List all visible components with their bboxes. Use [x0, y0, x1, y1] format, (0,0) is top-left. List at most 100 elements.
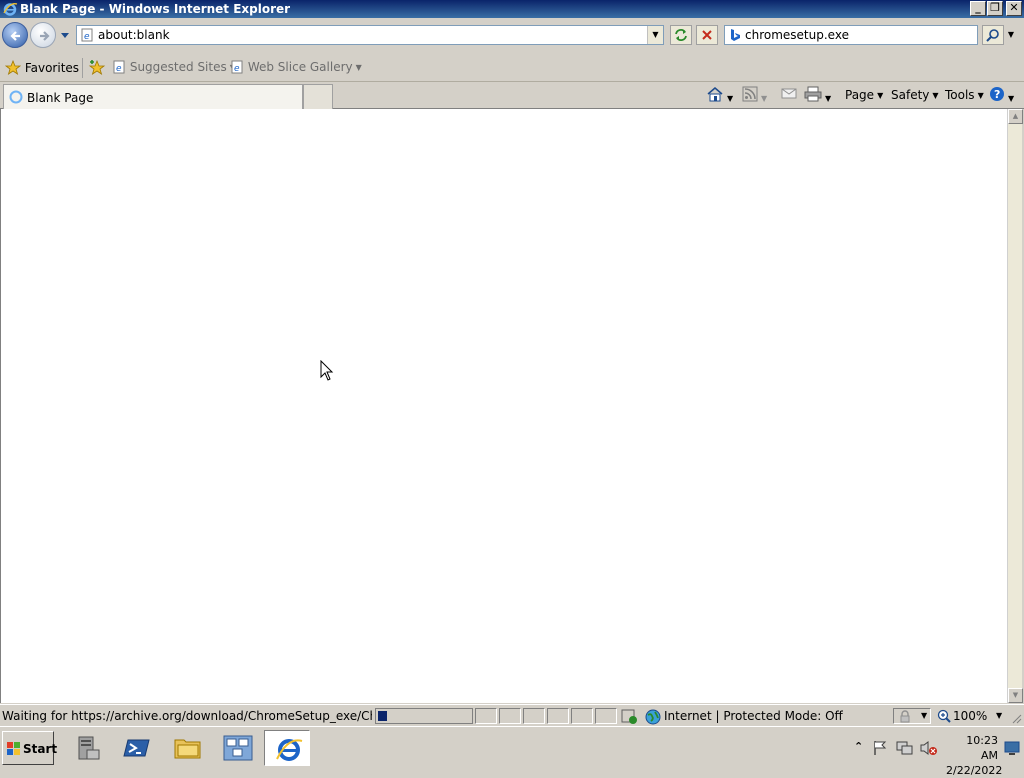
mail-icon [781, 88, 797, 99]
restore-button[interactable]: ❐ [987, 1, 1003, 16]
show-desktop-icon[interactable] [1004, 740, 1020, 756]
start-button[interactable]: Start [2, 731, 57, 765]
server-manager-icon [78, 736, 100, 760]
page-icon: e [113, 60, 125, 74]
internet-explorer-icon [3, 3, 18, 16]
loading-spinner-icon [9, 90, 23, 104]
search-button[interactable] [982, 25, 1004, 45]
new-tab-button[interactable] [303, 84, 333, 109]
security-zone-text[interactable]: Internet | Protected Mode: Off [664, 709, 843, 723]
home-icon [707, 87, 723, 102]
svg-text:e: e [116, 64, 122, 74]
clock-time: 10:23 AM [966, 734, 998, 762]
recent-pages-dropdown-icon[interactable] [60, 32, 70, 40]
suggested-sites-link[interactable]: e Suggested Sites▼ [112, 60, 236, 74]
internet-zone-globe-icon [645, 709, 661, 725]
tools-menu-label: Tools [945, 88, 975, 102]
title-bar: Blank Page - Windows Internet Explorer _… [0, 0, 1024, 18]
chevron-down-icon: ▼ [921, 711, 928, 720]
stop-button[interactable] [696, 25, 718, 45]
system-clock[interactable]: 10:23 AM 2/22/2022 [946, 733, 1002, 778]
back-button[interactable] [2, 22, 28, 48]
status-bar: Waiting for https://archive.org/download… [0, 704, 1024, 726]
safety-menu-label: Safety [891, 88, 930, 102]
taskbar-internet-explorer[interactable] [264, 730, 310, 766]
chevron-down-icon: ▼ [825, 94, 832, 103]
search-options-dropdown-icon[interactable]: ▼ [1004, 25, 1018, 45]
status-pane [571, 708, 593, 724]
close-button[interactable]: ✕ [1006, 1, 1022, 16]
tools-menu[interactable]: Tools ▼ [945, 88, 984, 102]
chevron-down-icon: ▼ [355, 63, 362, 72]
zoom-icon [937, 709, 951, 723]
suggested-sites-label: Suggested Sites [129, 60, 227, 74]
taskbar: Start ⌃ 10:23 AM 2/22/2022 [0, 726, 1024, 777]
forward-arrow-icon [40, 31, 50, 41]
tab-blank-page[interactable]: Blank Page [3, 84, 303, 109]
refresh-icon [675, 29, 687, 41]
page-content[interactable] [0, 109, 1007, 703]
search-box[interactable] [724, 25, 978, 45]
rss-feed-icon [742, 86, 758, 102]
tab-label: Blank Page [27, 91, 94, 105]
zoom-level[interactable]: 100% [953, 709, 987, 723]
action-center-flag-icon[interactable] [872, 740, 888, 756]
search-input[interactable] [745, 27, 975, 43]
taskbar-powershell[interactable] [114, 730, 160, 766]
favorites-star-icon [4, 59, 22, 75]
zoom-dropdown-icon[interactable]: ▼ [996, 711, 1002, 720]
taskbar-server-manager[interactable] [64, 730, 110, 766]
powershell-icon [123, 739, 150, 757]
address-dropdown-icon[interactable]: ▼ [647, 26, 663, 44]
status-pane [595, 708, 617, 724]
chevron-down-icon: ▼ [761, 94, 768, 103]
forward-button[interactable] [30, 22, 56, 48]
web-slice-gallery-label: Web Slice Gallery [247, 60, 353, 74]
scroll-up-arrow-icon[interactable]: ▲ [1008, 109, 1023, 124]
show-hidden-icons-icon[interactable]: ⌃ [854, 740, 863, 753]
printer-icon [804, 86, 822, 102]
status-text: Waiting for https://archive.org/download… [2, 709, 372, 723]
tab-row: Blank Page ▼ ▼ ▼ Page ▼ Safety ▼ Tools ▼… [0, 82, 1024, 109]
scroll-down-arrow-icon[interactable]: ▼ [1008, 688, 1023, 703]
page-icon: e [81, 28, 93, 42]
help-button[interactable]: ? ▼ [989, 86, 1014, 105]
read-mail-button[interactable] [781, 86, 797, 103]
refresh-button[interactable] [670, 25, 692, 45]
taskbar-explorer[interactable] [164, 730, 210, 766]
status-pane [523, 708, 545, 724]
home-button[interactable]: ▼ [706, 86, 733, 105]
popup-blocker-icon[interactable] [621, 709, 639, 725]
page-menu[interactable]: Page ▼ [845, 88, 883, 102]
favorites-separator [82, 58, 83, 78]
stop-icon [702, 30, 712, 40]
address-bar[interactable]: e ▼ [76, 25, 664, 45]
address-input[interactable] [98, 27, 646, 43]
favorites-button[interactable]: Favorites [4, 59, 79, 75]
help-icon: ? [990, 87, 1004, 101]
safety-menu[interactable]: Safety ▼ [891, 88, 939, 102]
vertical-scrollbar[interactable]: ▲ ▼ [1007, 109, 1023, 703]
internet-explorer-icon [276, 739, 303, 761]
status-pane [547, 708, 569, 724]
chevron-down-icon: ▼ [932, 91, 939, 100]
svg-text:?: ? [994, 88, 1000, 101]
resize-grip-icon[interactable] [1012, 714, 1022, 724]
feeds-button[interactable]: ▼ [742, 86, 767, 105]
add-to-favorites-bar-button[interactable] [88, 59, 106, 79]
folder-icon [174, 739, 201, 759]
search-icon [986, 29, 999, 42]
add-favorite-icon [88, 59, 106, 75]
privacy-report-button[interactable]: ▼ [893, 708, 931, 724]
back-arrow-icon [10, 31, 20, 41]
minimize-button[interactable]: _ [970, 1, 986, 16]
taskbar-network[interactable] [214, 730, 260, 766]
web-slice-gallery-link[interactable]: e Web Slice Gallery ▼ [230, 60, 362, 74]
svg-text:e: e [234, 64, 240, 74]
network-tray-icon[interactable] [896, 740, 914, 756]
print-button[interactable]: ▼ [804, 86, 831, 105]
volume-muted-icon[interactable] [920, 740, 938, 756]
bing-icon [731, 29, 740, 41]
network-icon [223, 735, 253, 761]
chevron-down-icon: ▼ [977, 91, 984, 100]
